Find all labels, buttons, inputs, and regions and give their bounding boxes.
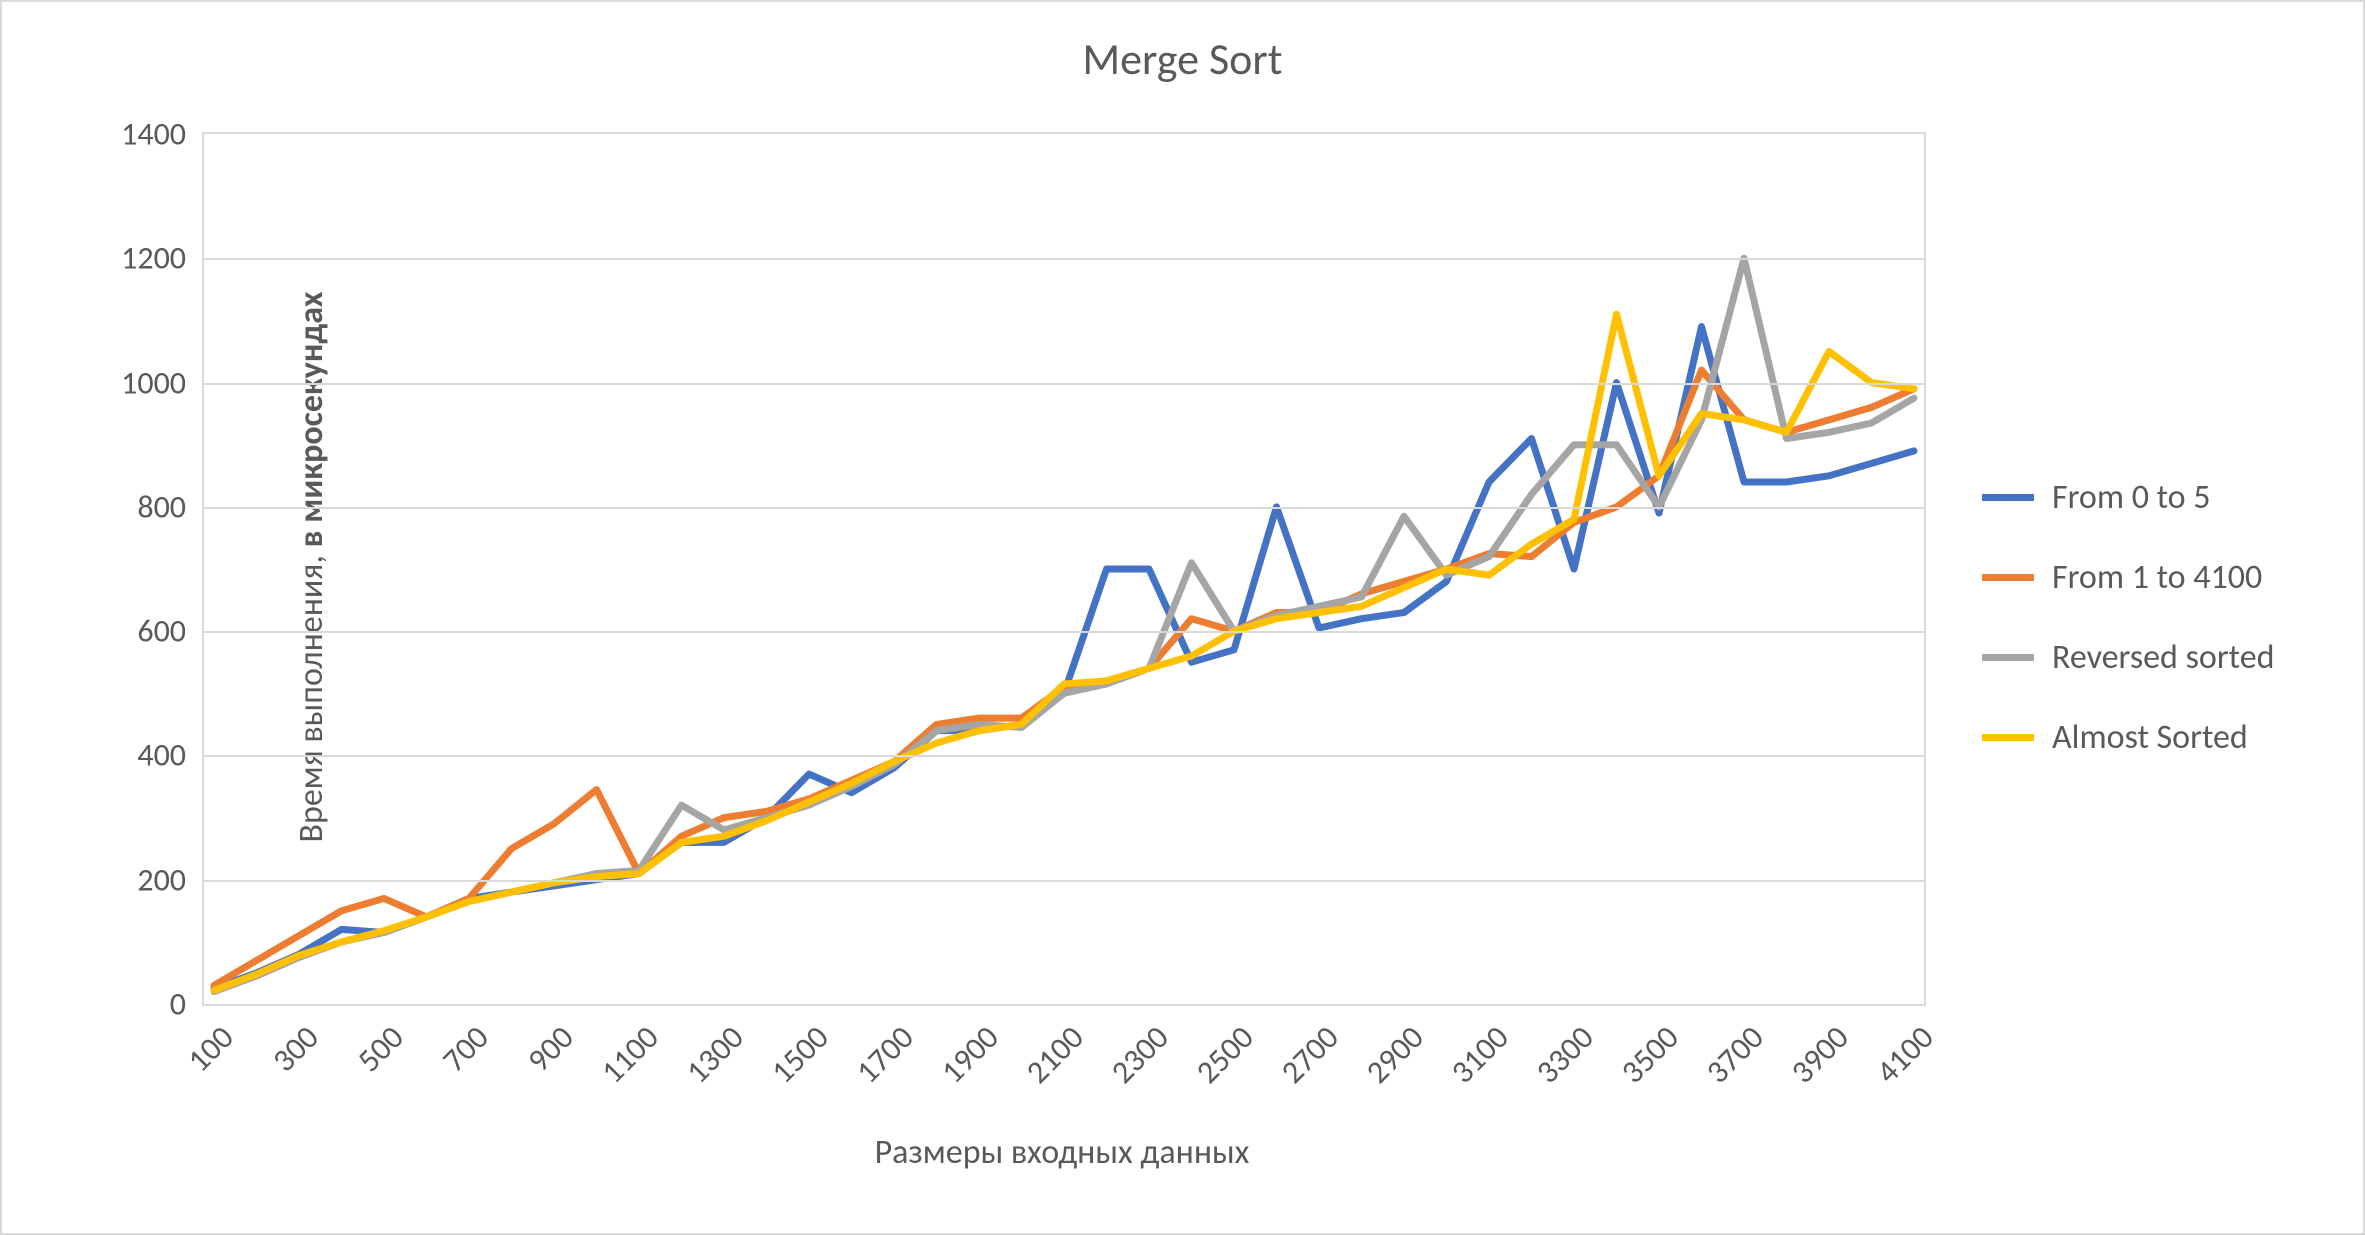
gridline <box>204 383 1924 385</box>
y-tick-label: 1200 <box>121 239 186 278</box>
x-tick-label: 2300 <box>1103 1018 1176 1091</box>
legend-item: From 0 to 5 <box>1982 457 2274 537</box>
x-tick-label: 1300 <box>678 1018 751 1091</box>
x-tick-label: 3100 <box>1443 1018 1516 1091</box>
x-tick-label: 500 <box>350 1018 412 1080</box>
y-tick-label: 1000 <box>121 363 186 402</box>
legend-swatch <box>1982 654 2034 661</box>
x-tick-label: 1100 <box>593 1018 666 1091</box>
y-tick-label: 800 <box>137 487 186 526</box>
x-tick-label: 1900 <box>933 1018 1006 1091</box>
series-line <box>214 327 1914 989</box>
series-line <box>214 314 1914 990</box>
legend-label: Reversed sorted <box>2052 637 2274 678</box>
chart-lines <box>204 134 1924 1004</box>
x-tick-label: 3500 <box>1613 1018 1686 1091</box>
y-tick-label: 0 <box>170 985 186 1024</box>
legend: From 0 to 5 From 1 to 4100 Reversed sorted… <box>1982 457 2274 777</box>
x-tick-label: 900 <box>520 1018 582 1080</box>
plot-area: 0200400600800100012001400100300500700900… <box>202 132 1926 1006</box>
legend-swatch <box>1982 734 2034 741</box>
legend-item: From 1 to 4100 <box>1982 537 2274 617</box>
legend-item: Almost Sorted <box>1982 697 2274 777</box>
chart-frame: Merge Sort Время выполнения, в микросеку… <box>0 0 2365 1235</box>
x-tick-label: 3900 <box>1783 1018 1856 1091</box>
x-tick-label: 100 <box>180 1018 242 1080</box>
gridline <box>204 755 1924 757</box>
x-tick-label: 2700 <box>1273 1018 1346 1091</box>
gridline <box>204 631 1924 633</box>
legend-item: Reversed sorted <box>1982 617 2274 697</box>
y-tick-label: 400 <box>137 736 186 775</box>
legend-swatch <box>1982 494 2034 501</box>
legend-label: From 1 to 4100 <box>2052 557 2262 598</box>
x-tick-label: 4100 <box>1868 1018 1941 1091</box>
x-tick-label: 3700 <box>1698 1018 1771 1091</box>
y-tick-label: 200 <box>137 860 186 899</box>
x-tick-label: 2900 <box>1358 1018 1431 1091</box>
x-tick-label: 1500 <box>763 1018 836 1091</box>
y-tick-label: 1400 <box>121 115 186 154</box>
legend-label: From 0 to 5 <box>2052 477 2211 518</box>
x-tick-label: 700 <box>435 1018 497 1080</box>
x-tick-label: 1700 <box>848 1018 921 1091</box>
gridline <box>204 507 1924 509</box>
x-tick-label: 300 <box>265 1018 327 1080</box>
legend-label: Almost Sorted <box>2052 717 2248 758</box>
gridline <box>204 880 1924 882</box>
chart-title: Merge Sort <box>2 32 2363 86</box>
x-tick-label: 2500 <box>1188 1018 1261 1091</box>
x-axis-title: Размеры входных данных <box>202 1132 1922 1173</box>
gridline <box>204 258 1924 260</box>
x-tick-label: 2100 <box>1018 1018 1091 1091</box>
legend-swatch <box>1982 574 2034 581</box>
y-tick-label: 600 <box>137 612 186 651</box>
x-tick-label: 3300 <box>1528 1018 1601 1091</box>
